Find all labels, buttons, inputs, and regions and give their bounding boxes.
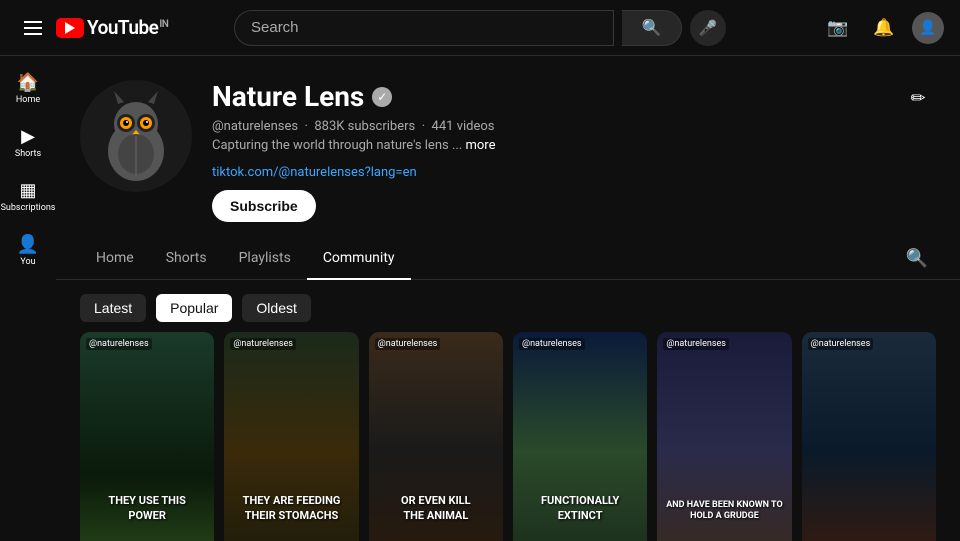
channel-handle: @naturelenses · 883K subscribers · 441 v… — [212, 119, 880, 134]
hamburger-icon[interactable] — [16, 13, 50, 43]
tab-home[interactable]: Home — [80, 238, 150, 280]
search-button[interactable]: 🔍 — [622, 10, 682, 46]
video-thumb-3: @naturelenses OR EVEN KILLTHE ANIMAL — [369, 332, 503, 541]
sidebar-item-home[interactable]: 🏠 Home — [0, 64, 56, 114]
sidebar-item-shorts[interactable]: ▶ Shorts — [0, 118, 56, 168]
thumb-handle-3: @naturelenses — [375, 338, 441, 350]
subscribe-button[interactable]: Subscribe — [212, 190, 316, 222]
tab-shorts[interactable]: Shorts — [150, 238, 223, 280]
create-button[interactable]: 📷 — [820, 10, 856, 46]
thumb-handle-2: @naturelenses — [230, 338, 296, 350]
video-card-1[interactable]: @naturelenses THEY USE THISPOWER Why You… — [80, 332, 214, 541]
sidebar-item-you[interactable]: 👤 You — [0, 226, 56, 276]
search-input[interactable] — [235, 19, 613, 36]
notifications-icon: 🔔 — [873, 18, 894, 38]
channel-link[interactable]: tiktok.com/@naturelenses?lang=en — [212, 165, 417, 180]
nav-center: 🔍 🎤 — [156, 10, 804, 46]
shorts-icon: ▶ — [21, 126, 35, 147]
thumb-handle-4: @naturelenses — [519, 338, 585, 350]
channel-name-row: Nature Lens ✓ — [212, 80, 880, 113]
sidebar-subscriptions-label: Subscriptions — [1, 204, 56, 214]
channel-banner-area: Nature Lens ✓ @naturelenses · 883K subsc… — [56, 56, 960, 222]
owl-avatar-svg — [86, 86, 186, 186]
video-thumb-5: @naturelenses and have been known toHold… — [657, 332, 791, 541]
sidebar: 🏠 Home ▶ Shorts ▦ Subscriptions 👤 You — [0, 56, 56, 541]
filter-latest[interactable]: Latest — [80, 294, 146, 322]
video-thumb-6: @naturelenses — [802, 332, 936, 541]
channel-avatar — [80, 80, 192, 192]
youtube-logo[interactable]: YouTubeIN — [56, 16, 168, 39]
sidebar-item-subscriptions[interactable]: ▦ Subscriptions — [0, 172, 56, 222]
sidebar-home-label: Home — [16, 96, 40, 106]
video-card-5[interactable]: @naturelenses and have been known toHold… — [657, 332, 791, 541]
video-grid: @naturelenses THEY USE THISPOWER Why You… — [56, 332, 960, 541]
video-card-2[interactable]: @naturelenses THEY ARE FEEDINGTHEIR STOM… — [224, 332, 358, 541]
tab-playlists[interactable]: Playlists — [223, 238, 307, 280]
nav-left: YouTubeIN — [16, 13, 156, 43]
video-thumb-2: @naturelenses THEY ARE FEEDINGTHEIR STOM… — [224, 332, 358, 541]
sidebar-shorts-label: Shorts — [15, 150, 41, 160]
main-layout: 🏠 Home ▶ Shorts ▦ Subscriptions 👤 You — [0, 56, 960, 541]
top-nav: YouTubeIN 🔍 🎤 📷 🔔 👤 — [0, 0, 960, 56]
user-avatar[interactable]: 👤 — [912, 12, 944, 44]
mic-button[interactable]: 🎤 — [690, 10, 726, 46]
thumb-text-3: OR EVEN KILLTHE ANIMAL — [401, 494, 471, 523]
notifications-button[interactable]: 🔔 — [866, 10, 902, 46]
search-bar — [234, 10, 614, 46]
thumb-text-4: FunctionallyExtinct — [541, 494, 619, 523]
thumb-handle-6: @naturelenses — [808, 338, 874, 350]
filter-oldest[interactable]: Oldest — [242, 294, 310, 322]
you-icon: 👤 — [17, 234, 39, 255]
filter-row: Latest Popular Oldest — [56, 280, 960, 332]
channel-name: Nature Lens — [212, 80, 364, 113]
channel-details: Nature Lens ✓ @naturelenses · 883K subsc… — [212, 80, 880, 222]
thumb-text-1: THEY USE THISPOWER — [108, 494, 186, 523]
thumb-handle-5: @naturelenses — [663, 338, 729, 350]
video-card-6[interactable]: @naturelenses Giant River Otter | Nature… — [802, 332, 936, 541]
search-icon: 🔍 — [642, 18, 662, 37]
verified-badge: ✓ — [372, 87, 392, 107]
filter-popular[interactable]: Popular — [156, 294, 232, 322]
channel-description: Capturing the world through nature's len… — [212, 138, 880, 153]
video-thumb-4: @naturelenses FunctionallyExtinct — [513, 332, 647, 541]
video-card-3[interactable]: @naturelenses OR EVEN KILLTHE ANIMAL Ani… — [369, 332, 503, 541]
main-content: Nature Lens ✓ @naturelenses · 883K subsc… — [56, 56, 960, 541]
video-thumb-1: @naturelenses THEY USE THISPOWER — [80, 332, 214, 541]
thumb-text-2: THEY ARE FEEDINGTHEIR STOMACHS — [243, 494, 341, 523]
video-card-4[interactable]: @naturelenses FunctionallyExtinct The Lo… — [513, 332, 647, 541]
channel-tabs: Home Shorts Playlists Community 🔍 — [56, 238, 960, 280]
description-more[interactable]: more — [465, 138, 495, 153]
subscriptions-icon: ▦ — [19, 180, 36, 201]
sidebar-you-label: You — [20, 258, 35, 268]
channel-info-row: Nature Lens ✓ @naturelenses · 883K subsc… — [80, 80, 936, 222]
nav-right: 📷 🔔 👤 — [804, 10, 944, 46]
thumb-handle-1: @naturelenses — [86, 338, 152, 350]
home-icon: 🏠 — [17, 72, 39, 93]
edit-button[interactable]: ✏ — [900, 80, 936, 116]
thumb-text-5: and have been known toHold a Grudge — [666, 500, 782, 523]
tab-search-icon[interactable]: 🔍 — [898, 240, 936, 277]
tab-community[interactable]: Community — [307, 238, 411, 280]
avatar-image: 👤 — [919, 20, 936, 36]
youtube-logo-icon — [56, 18, 84, 38]
mic-icon: 🎤 — [699, 19, 718, 37]
create-icon: 📷 — [827, 18, 848, 38]
